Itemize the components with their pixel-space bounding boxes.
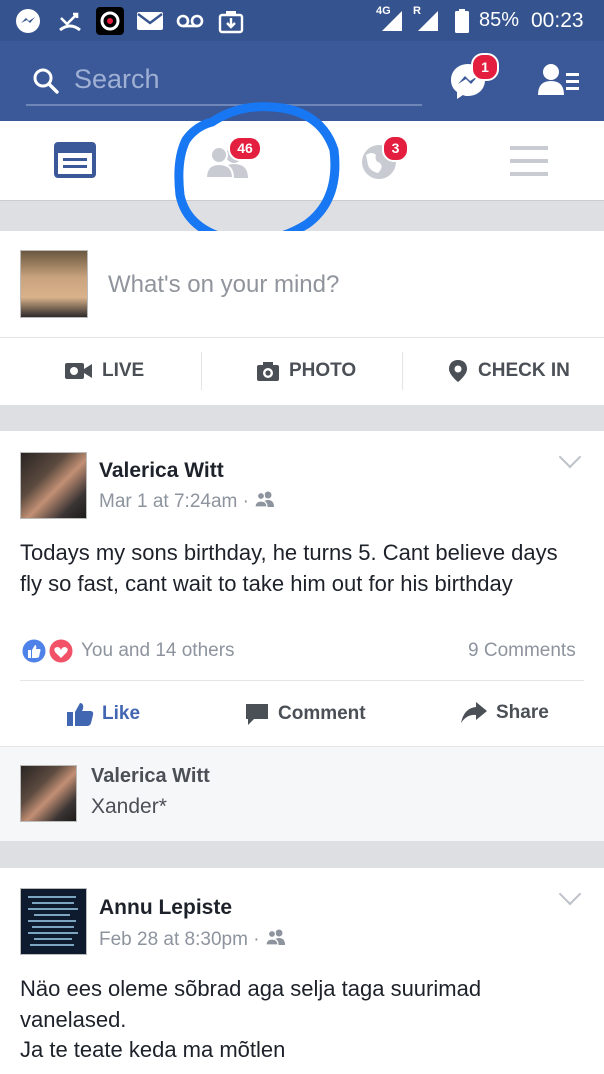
user-avatar[interactable] xyxy=(20,250,88,318)
author-avatar[interactable] xyxy=(20,888,87,955)
post-timestamp[interactable]: Mar 1 at 7:24am · xyxy=(99,491,276,513)
timestamp-text: Mar 1 at 7:24am xyxy=(99,491,238,512)
post-timestamp[interactable]: Feb 28 at 8:30pm · xyxy=(99,929,287,951)
notifications-badge: 3 xyxy=(382,135,409,162)
search-input[interactable]: Search xyxy=(74,64,160,95)
comment-bubble-icon xyxy=(246,704,268,725)
messenger-badge: 1 xyxy=(471,53,499,81)
comment-label: Comment xyxy=(278,703,366,724)
share-arrow-icon xyxy=(461,702,487,723)
author-avatar[interactable] xyxy=(20,452,87,519)
comment-button[interactable]: Comment xyxy=(244,701,366,727)
post-author[interactable]: Annu Lepiste xyxy=(99,896,232,920)
clock: 00:23 xyxy=(531,9,584,32)
post-options-chevron-icon[interactable] xyxy=(558,445,582,469)
reaction-icons[interactable] xyxy=(20,637,76,670)
app-notification-icon xyxy=(96,7,124,35)
post-card: Annu Lepiste Feb 28 at 8:30pm · Näo ees … xyxy=(0,868,604,1074)
camera-icon xyxy=(257,362,279,381)
post-text-line-2: Ja te teate keda ma mõtlen xyxy=(20,1037,286,1062)
comment-text: Xander* xyxy=(91,795,167,818)
like-thumb-icon xyxy=(67,703,94,726)
post-text-line-1: Näo ees oleme sõbrad aga selja taga suur… xyxy=(20,976,482,1032)
checkin-label: CHECK IN xyxy=(478,360,570,381)
live-label: LIVE xyxy=(102,360,145,381)
post-text: Näo ees oleme sõbrad aga selja taga suur… xyxy=(20,974,580,1066)
photo-button[interactable]: PHOTO xyxy=(256,360,356,382)
divider xyxy=(20,680,584,681)
post-text: Todays my sons birthday, he turns 5. Can… xyxy=(20,540,558,596)
checkin-button[interactable]: CHECK IN xyxy=(448,360,570,382)
signal-icon xyxy=(378,7,406,35)
live-button[interactable]: LIVE xyxy=(64,360,144,382)
messenger-notification-icon xyxy=(14,7,42,35)
missed-call-icon xyxy=(56,7,84,35)
location-pin-icon xyxy=(449,360,467,382)
composer-input[interactable]: What's on your mind? xyxy=(108,271,339,299)
voicemail-icon xyxy=(176,7,204,35)
timestamp-text: Feb 28 at 8:30pm xyxy=(99,929,248,950)
share-button[interactable]: Share xyxy=(460,701,549,725)
mail-icon xyxy=(136,7,164,35)
battery-percent: 85% xyxy=(479,9,520,31)
friends-list-icon[interactable] xyxy=(538,63,580,102)
photo-label: PHOTO xyxy=(289,360,357,381)
friends-audience-icon xyxy=(265,929,285,946)
status-bar: 4G R 85% 00:23 xyxy=(0,0,604,41)
tab-news-feed-icon[interactable] xyxy=(54,142,96,183)
like-label: Like xyxy=(102,703,141,724)
search-icon[interactable] xyxy=(32,67,60,100)
battery-icon xyxy=(448,7,476,35)
divider xyxy=(402,352,403,390)
like-button[interactable]: Like xyxy=(66,701,140,727)
post-author[interactable]: Valerica Witt xyxy=(99,459,224,483)
reactions-summary[interactable]: You and 14 others xyxy=(81,640,235,662)
top-comment: Valerica Witt Xander* xyxy=(0,746,604,841)
composer-divider xyxy=(0,337,604,338)
friends-audience-icon xyxy=(254,491,275,508)
comments-count[interactable]: 9 Comments xyxy=(468,640,576,662)
share-label: Share xyxy=(496,702,549,723)
post-card: Valerica Witt Mar 1 at 7:24am · Todays m… xyxy=(0,431,604,841)
tab-menu-icon[interactable] xyxy=(510,146,548,181)
divider xyxy=(201,352,202,390)
signal-icon-2 xyxy=(414,7,442,35)
post-options-chevron-icon[interactable] xyxy=(558,882,582,906)
comment-author[interactable]: Valerica Witt xyxy=(91,765,210,788)
comment-author-avatar[interactable] xyxy=(20,765,77,822)
download-icon xyxy=(217,7,245,35)
video-camera-icon xyxy=(65,363,92,379)
